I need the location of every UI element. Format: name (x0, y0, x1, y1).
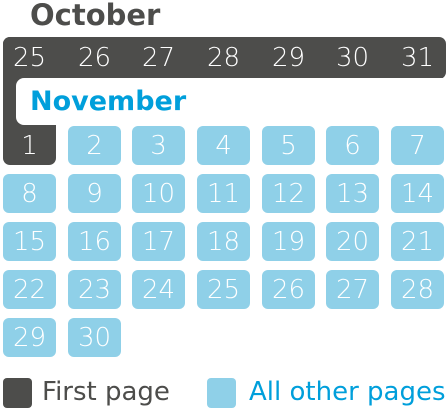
november-day: 12 (262, 174, 315, 213)
october-day: 26 (77, 43, 112, 73)
november-day: 23 (68, 270, 121, 309)
november-day: 8 (3, 174, 56, 213)
legend-first-page-label: First page (42, 377, 170, 407)
november-day-first-page: 1 (21, 131, 38, 161)
november-day: 17 (132, 222, 185, 261)
november-day: 26 (262, 270, 315, 309)
october-day: 29 (271, 43, 306, 73)
november-day: 2 (68, 126, 121, 165)
november-day: 4 (197, 126, 250, 165)
november-day: 9 (68, 174, 121, 213)
november-day: 5 (262, 126, 315, 165)
november-day: 3 (132, 126, 185, 165)
november-day: 27 (326, 270, 379, 309)
november-day: 30 (68, 318, 121, 357)
october-day: 31 (400, 43, 435, 73)
november-day: 18 (197, 222, 250, 261)
legend-first-page-swatch (3, 378, 32, 408)
legend-other-pages-swatch (207, 378, 236, 408)
october-day: 25 (12, 43, 47, 73)
legend-other-pages-label: All other pages (249, 377, 446, 407)
november-day: 14 (391, 174, 444, 213)
november-day: 24 (132, 270, 185, 309)
november-day: 19 (262, 222, 315, 261)
november-title: November (30, 86, 187, 117)
october-day: 30 (335, 43, 370, 73)
november-day: 22 (3, 270, 56, 309)
november-day: 16 (68, 222, 121, 261)
october-title: October (30, 0, 161, 32)
november-day: 20 (326, 222, 379, 261)
november-day: 11 (197, 174, 250, 213)
november-day: 28 (391, 270, 444, 309)
october-day: 28 (206, 43, 241, 73)
november-day: 29 (3, 318, 56, 357)
november-day: 6 (326, 126, 379, 165)
november-day: 7 (391, 126, 444, 165)
november-day: 21 (391, 222, 444, 261)
november-day: 13 (326, 174, 379, 213)
november-day: 10 (132, 174, 185, 213)
november-day: 25 (197, 270, 250, 309)
november-day: 15 (3, 222, 56, 261)
october-day: 27 (141, 43, 176, 73)
